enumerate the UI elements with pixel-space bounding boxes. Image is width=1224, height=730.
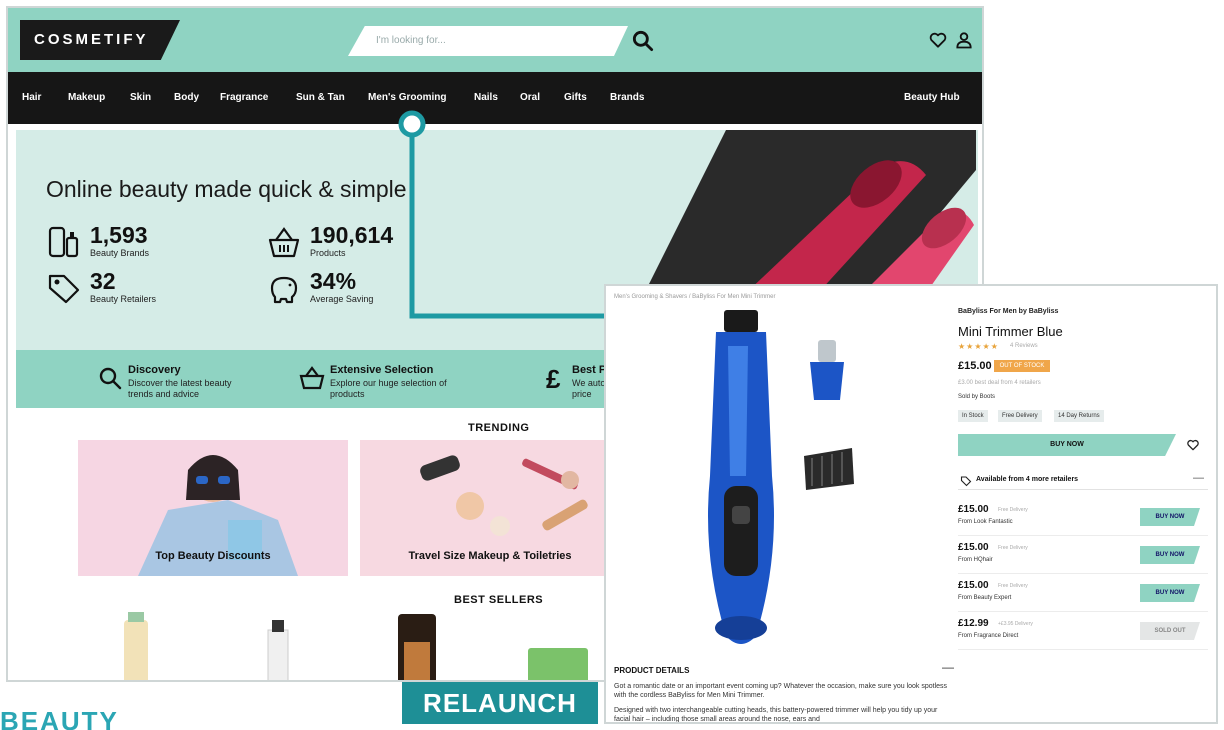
stat-brands-label: Beauty Brands xyxy=(90,248,150,258)
stat-products-label: Products xyxy=(310,248,346,258)
best-sellers-heading: BEST SELLERS xyxy=(454,594,544,606)
relaunch-label: RELAUNCH xyxy=(402,682,598,724)
offer-delivery: +£3.95 Delivery xyxy=(998,621,1033,627)
offer-sold-out-button: SOLD OUT xyxy=(1140,622,1200,640)
category-nav: Hair Makeup Skin Body Fragrance Sun & Ta… xyxy=(8,72,982,124)
search-icon xyxy=(99,367,122,390)
bottles-icon xyxy=(48,226,79,258)
feature-discovery-desc: Discover the latest beauty trends and ad… xyxy=(128,378,232,399)
retailer-offer: £15.00 Free Delivery From Beauty Expert … xyxy=(958,574,1208,612)
stat-saving-label: Average Saving xyxy=(310,294,374,304)
retailer-offer: £12.99 +£3.95 Delivery From Fragrance Di… xyxy=(958,612,1208,650)
retailer-offer: £15.00 Free Delivery From Look Fantastic… xyxy=(958,498,1208,536)
feature-selection-desc: Explore our huge selection of products xyxy=(330,378,447,399)
rating-stars: ★★★★★ xyxy=(958,342,999,351)
nav-item-nails[interactable]: Nails xyxy=(474,92,498,103)
price-note: £3.00 best deal from 4 retailers xyxy=(958,380,1041,386)
chip-free-delivery: Free Delivery xyxy=(998,410,1042,422)
product-details-heading: PRODUCT DETAILS xyxy=(614,666,690,675)
product-details-text: Got a romantic date or an important even… xyxy=(614,683,948,699)
offer-price: £15.00 xyxy=(958,580,989,591)
beauty-label: BEAUTY xyxy=(0,706,119,730)
retailer-offer: £15.00 Free Delivery From HQhair BUY NOW xyxy=(958,536,1208,574)
stat-products-value: 190,614 xyxy=(310,222,394,248)
product-detail-page: Men's Grooming & Shavers / BaByliss For … xyxy=(604,284,1218,724)
search-placeholder: I'm looking for... xyxy=(376,35,446,46)
piggy-bank-icon xyxy=(270,276,298,304)
stat-brands-value: 1,593 xyxy=(90,222,148,248)
trimmer-product-image[interactable] xyxy=(686,306,796,656)
nav-item-makeup[interactable]: Makeup xyxy=(68,92,105,103)
nose-trimmer-head-image xyxy=(810,340,844,400)
offer-price: £12.99 xyxy=(958,618,989,629)
chip-returns: 14 Day Returns xyxy=(1054,410,1104,422)
nav-item-sun-tan[interactable]: Sun & Tan xyxy=(296,92,345,103)
stat-retailers-value: 32 xyxy=(90,268,116,294)
offer-delivery: Free Delivery xyxy=(998,545,1028,551)
chip-in-stock: In Stock xyxy=(958,410,988,422)
tile-label: Travel Size Makeup & Toiletries xyxy=(408,550,572,562)
nav-item-oral[interactable]: Oral xyxy=(520,92,540,103)
offer-buy-now-button[interactable]: BUY NOW xyxy=(1140,584,1200,602)
search-icon[interactable] xyxy=(630,28,656,54)
trending-heading: TRENDING xyxy=(468,422,530,434)
best-seller-products[interactable] xyxy=(8,608,608,682)
tile-top-beauty-discounts[interactable]: Top Beauty Discounts xyxy=(78,440,348,576)
offer-delivery: Free Delivery xyxy=(998,507,1028,513)
stat-retailers-label: Beauty Retailers xyxy=(90,294,157,304)
svg-text:£: £ xyxy=(546,364,561,392)
offer-price: £15.00 xyxy=(958,504,989,515)
search-input[interactable]: I'm looking for... xyxy=(348,26,628,56)
sold-by: Sold by Boots xyxy=(958,394,996,400)
nav-item-body[interactable]: Body xyxy=(174,92,199,103)
feature-discovery-title: Discovery xyxy=(128,364,181,376)
nav-item-skin[interactable]: Skin xyxy=(130,92,151,103)
pound-icon: £ xyxy=(546,364,561,392)
nav-item-hair[interactable]: Hair xyxy=(22,92,41,103)
tile-label: Top Beauty Discounts xyxy=(155,550,271,562)
breadcrumb[interactable]: Men's Grooming & Shavers / BaByliss For … xyxy=(614,294,776,300)
nav-item-gifts[interactable]: Gifts xyxy=(564,92,587,103)
nav-item-fragrance[interactable]: Fragrance xyxy=(220,92,268,103)
offer-price: £15.00 xyxy=(958,542,989,553)
nav-item-beauty-hub[interactable]: Beauty Hub xyxy=(904,92,960,103)
offer-delivery: Free Delivery xyxy=(998,583,1028,589)
available-retailers-text: Available from 4 more retailers xyxy=(976,476,1079,483)
offer-retailer: From Beauty Expert xyxy=(958,595,1012,601)
basket-icon xyxy=(268,227,300,258)
hero-title: Online beauty made quick & simple xyxy=(46,176,407,202)
offer-buy-now-button[interactable]: BUY NOW xyxy=(1140,546,1200,564)
tile-travel-size[interactable]: Travel Size Makeup & Toiletries xyxy=(360,440,620,576)
nav-item-mens-grooming[interactable]: Men's Grooming xyxy=(368,92,447,103)
tag-icon xyxy=(48,274,80,304)
offer-retailer: From HQhair xyxy=(958,557,993,563)
collapse-icon[interactable]: — xyxy=(942,660,954,674)
stat-saving-value: 34% xyxy=(310,268,357,294)
buy-now-button[interactable]: BUY NOW xyxy=(958,434,1176,456)
price-badge: OUT OF STOCK xyxy=(994,360,1050,372)
comb-attachment-image xyxy=(804,448,854,490)
site-logo[interactable]: COSMETIFY xyxy=(20,20,180,60)
product-price: £15.00 xyxy=(958,360,992,372)
offer-retailer: From Look Fantastic xyxy=(958,519,1013,525)
product-details-text: Designed with two interchangeable cuttin… xyxy=(614,707,938,723)
available-retailers-header[interactable]: Available from 4 more retailers — xyxy=(958,472,1208,490)
wishlist-heart-icon[interactable] xyxy=(1186,438,1200,452)
product-brand[interactable]: BaByliss For Men by BaByliss xyxy=(958,308,1058,315)
nav-item-brands[interactable]: Brands xyxy=(610,92,644,103)
basket-icon xyxy=(299,366,325,390)
review-count[interactable]: 4 Reviews xyxy=(1010,343,1038,349)
tag-icon xyxy=(960,476,972,487)
feature-selection-title: Extensive Selection xyxy=(330,364,434,376)
user-icon[interactable] xyxy=(954,30,974,50)
offer-buy-now-button[interactable]: BUY NOW xyxy=(1140,508,1200,526)
product-title: Mini Trimmer Blue xyxy=(958,324,1063,339)
site-header: COSMETIFY I'm looking for... xyxy=(8,8,982,72)
collapse-icon[interactable]: — xyxy=(1193,472,1204,484)
offer-retailer: From Fragrance Direct xyxy=(958,633,1019,639)
heart-icon[interactable] xyxy=(928,30,948,50)
